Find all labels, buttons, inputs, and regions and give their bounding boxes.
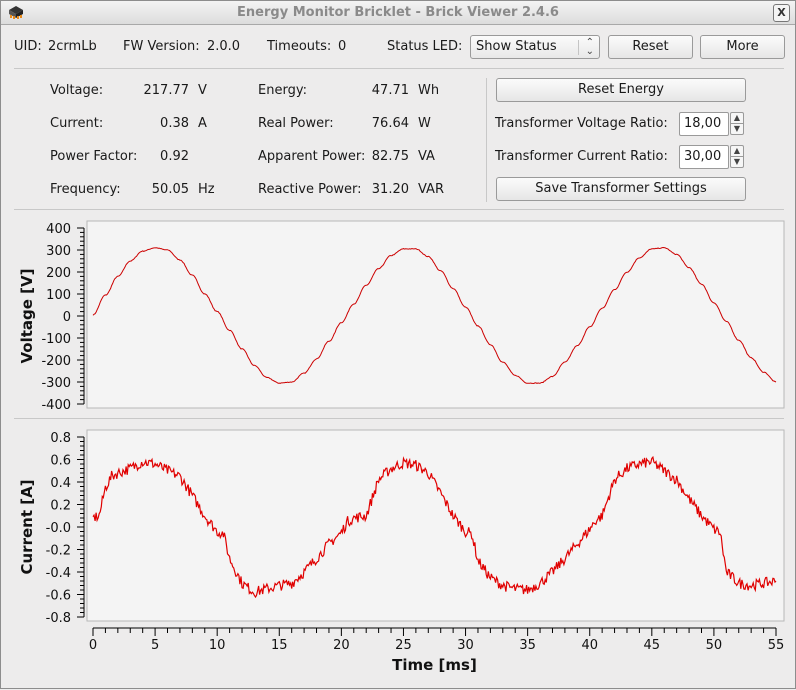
y-tick-label: 300 [46,244,71,259]
x-tick-label: 10 [209,638,226,653]
y-tick-label: -200 [41,354,71,369]
x-tick-label: 35 [519,638,536,653]
y-tick-label: -0.4 [46,566,71,581]
x-tick-label: 45 [644,638,661,653]
y-tick-label: 0.6 [50,454,71,469]
x-tick-label: 5 [151,638,159,653]
y-tick-label: -0.6 [46,589,71,604]
x-axis-title: Time [ms] [392,656,477,674]
x-tick-label: 0 [89,638,97,653]
plot-canvas [86,220,785,409]
x-tick-label: 25 [395,638,412,653]
y-tick-label: 0 [63,310,71,325]
x-tick-label: 30 [457,638,474,653]
y-tick-label: -0.2 [46,544,71,559]
y-axis-title: Current [A] [18,479,36,574]
plots-area: 4003002001000-100-200-300-400Voltage [V]… [18,220,785,674]
y-axis-title: Voltage [V] [18,269,36,364]
y-tick-label: -400 [41,398,71,413]
y-tick-label: 200 [46,266,71,281]
y-tick-label: -0.0 [46,521,71,536]
x-tick-label: 20 [333,638,350,653]
x-tick-label: 55 [768,638,785,653]
y-tick-label: 400 [46,222,71,237]
plot-canvas [86,429,785,622]
y-tick-label: -0.8 [46,611,71,626]
x-tick-label: 15 [271,638,288,653]
y-tick-label: 0.2 [50,499,71,514]
y-tick-label: 0.8 [50,431,71,446]
app-window: Energy Monitor Bricklet - Brick Viewer 2… [0,0,796,689]
y-tick-label: 100 [46,288,71,303]
y-tick-label: -300 [41,376,71,391]
y-tick-label: -100 [41,332,71,347]
x-tick-label: 50 [706,638,723,653]
y-tick-label: 0.4 [50,476,71,491]
x-tick-label: 40 [581,638,598,653]
